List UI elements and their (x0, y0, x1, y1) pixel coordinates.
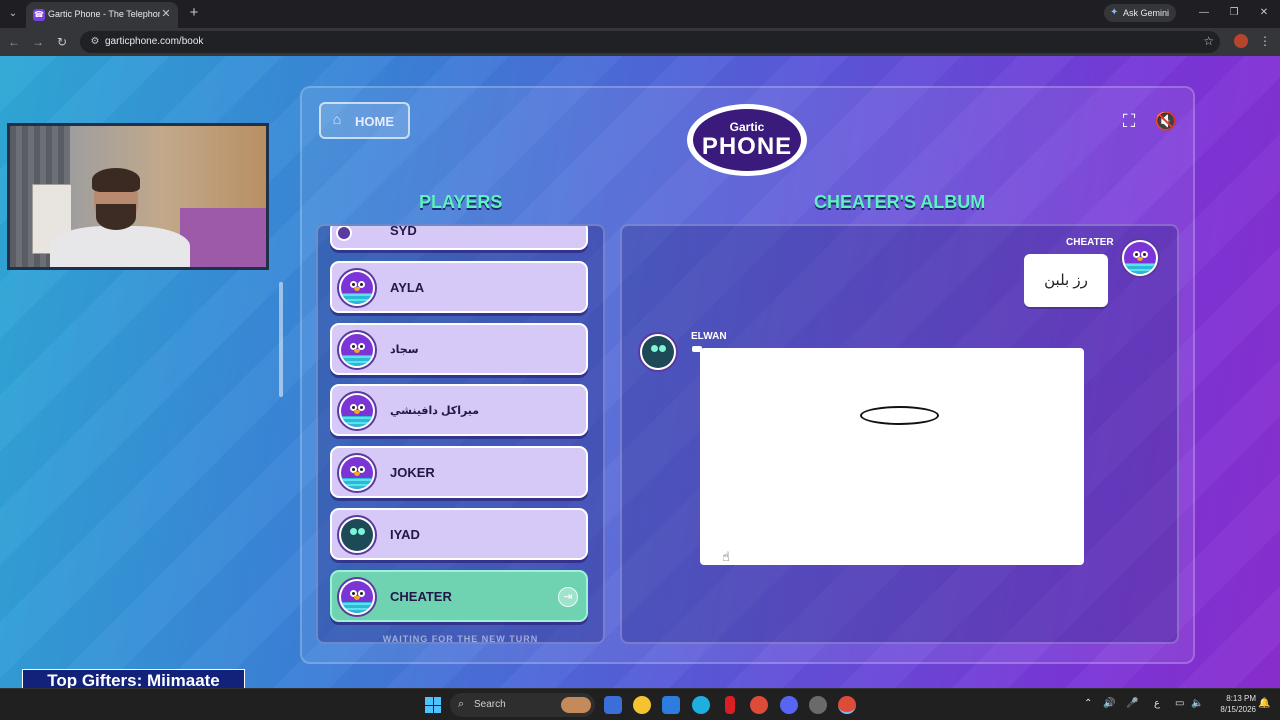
player-card[interactable]: ميراكل دافينشي (330, 384, 588, 436)
album-author-label: ELWAN (691, 331, 727, 342)
volume-icon[interactable]: 🔊 (1103, 698, 1115, 709)
language-indicator[interactable]: ع (1154, 698, 1160, 709)
player-card[interactable]: SYD (330, 224, 588, 250)
address-bar[interactable]: ⚙ garticphone.com/book ☆ (80, 31, 1220, 53)
players-scrollbar[interactable] (279, 282, 283, 397)
reload-icon[interactable]: ↻ (54, 34, 70, 50)
players-list[interactable]: SYD AYLA سجاد ميراكل دافينشي JOKER IYAD … (316, 224, 605, 644)
tray-chevron-icon[interactable]: ⌃ (1084, 698, 1092, 709)
taskbar-search-label: Search (474, 699, 506, 710)
gartic-page: ⌂ HOME Gartic PHONE ⛶ 🔇 PLAYERS CHEATER'… (0, 56, 1280, 688)
url-text: garticphone.com/book (105, 36, 204, 47)
bird-avatar-icon (341, 581, 373, 613)
bookmark-star-icon[interactable]: ☆ (1203, 34, 1214, 48)
album-title: CHEATER'S ALBUM (814, 192, 986, 212)
restore-icon[interactable]: ❐ (1224, 6, 1244, 20)
logo-text-top: Gartic (729, 120, 765, 134)
home-icon: ⌂ (332, 111, 342, 127)
leave-door-icon[interactable]: ⇥ (558, 587, 578, 607)
fullscreen-icon[interactable]: ⛶ (1118, 110, 1140, 132)
bird-avatar-icon (341, 457, 373, 489)
player-name: ميراكل دافينشي (390, 405, 480, 417)
home-button[interactable]: ⌂ HOME (319, 102, 410, 139)
bird-avatar-icon (341, 272, 373, 304)
minimize-icon[interactable]: — (1194, 6, 1214, 20)
store-icon[interactable] (662, 696, 680, 714)
browser-tab-bar: ⌄ ☎ Gartic Phone - The Telephone G ✕ + ✦… (0, 0, 1280, 28)
gartic-phone-logo: Gartic PHONE (687, 104, 807, 176)
player-card[interactable]: سجاد (330, 323, 588, 375)
forward-arrow-icon[interactable]: → (30, 34, 46, 50)
player-card[interactable]: JOKER (330, 446, 588, 498)
back-arrow-icon[interactable]: ← (6, 34, 22, 50)
site-info-icon[interactable]: ⚙ (88, 35, 102, 49)
drawn-ellipse (860, 406, 939, 425)
album-author-avatar (1120, 238, 1160, 278)
windows-taskbar: ⌕ Search ⌃ 🔊 🎤 ع ▭ 🔈 8:13 PM 8/15/2026 🔔 (0, 688, 1280, 720)
tab-search-chevron-icon[interactable]: ⌄ (4, 5, 22, 23)
close-window-icon[interactable]: ✕ (1254, 6, 1274, 20)
speaker-icon[interactable]: 🔈 (1191, 698, 1203, 709)
more-menu-icon[interactable]: ⋮ (1259, 34, 1271, 48)
clock-date: 8/15/2026 (1220, 705, 1256, 714)
ask-gemini-label: Ask Gemini (1123, 8, 1170, 18)
hand-cursor-icon: ☝ (722, 549, 730, 564)
bird-avatar-icon (1124, 242, 1156, 274)
home-label: HOME (355, 114, 394, 129)
ask-gemini-button[interactable]: ✦ Ask Gemini (1104, 4, 1176, 22)
player-card-current[interactable]: CHEATER ⇥ (330, 570, 588, 622)
logo-text-main: PHONE (701, 133, 793, 160)
host-avatar-icon (336, 226, 352, 241)
network-icon[interactable]: ▭ (1175, 698, 1184, 709)
album-author-label: CHEATER (1066, 237, 1114, 248)
tab-title: Gartic Phone - The Telephone G (48, 9, 160, 19)
discord-icon[interactable] (780, 696, 798, 714)
ghost-avatar-icon (341, 519, 373, 551)
notification-bell-icon[interactable]: 🔔 (1258, 698, 1270, 709)
mute-speaker-icon[interactable]: 🔇 (1151, 110, 1181, 132)
player-name: CHEATER (390, 589, 452, 604)
file-explorer-icon[interactable] (633, 696, 651, 714)
album-author-avatar (638, 332, 678, 372)
top-gifters-banner: Top Gifters: Miimaate (22, 669, 245, 688)
chrome-icon[interactable] (750, 696, 768, 714)
search-icon: ⌕ (458, 698, 465, 710)
task-view-icon[interactable] (604, 696, 622, 714)
taskbar-clock[interactable]: 8:13 PM 8/15/2026 (1208, 693, 1256, 715)
player-name: JOKER (390, 465, 435, 480)
player-card[interactable]: AYLA (330, 261, 588, 313)
bird-avatar-icon (341, 334, 373, 366)
profile-avatar[interactable] (1234, 34, 1248, 48)
close-tab-icon[interactable]: ✕ (159, 7, 173, 21)
player-name: IYAD (390, 527, 420, 542)
vampire-avatar-icon (642, 336, 674, 368)
windows-start-icon[interactable] (425, 697, 441, 713)
album-text-bubble: رز بلبن (1024, 254, 1108, 307)
player-name: SYD (390, 224, 417, 238)
album-phrase: رز بلبن (1044, 272, 1088, 289)
taskbar-search[interactable]: ⌕ Search (450, 693, 595, 717)
album-drawing (700, 348, 1084, 565)
browser-toolbar: ← → ↻ ⚙ garticphone.com/book ☆ (0, 28, 1280, 56)
gartic-favicon-icon: ☎ (33, 9, 45, 21)
player-name: سجاد (390, 344, 419, 356)
new-tab-plus-icon[interactable]: + (186, 5, 202, 21)
player-card[interactable]: IYAD (330, 508, 588, 560)
waiting-status: WAITING FOR THE NEW TURN (382, 634, 539, 644)
microphone-icon[interactable]: 🎤 (1126, 698, 1138, 709)
player-name: AYLA (390, 280, 425, 295)
players-title: PLAYERS (419, 192, 503, 212)
browser-tab[interactable]: ☎ Gartic Phone - The Telephone G ✕ (26, 2, 178, 28)
obs-icon[interactable] (809, 696, 827, 714)
search-highlight-image (561, 697, 591, 713)
netflix-icon[interactable] (725, 696, 735, 714)
chrome-active-icon[interactable] (838, 696, 856, 714)
clock-time: 8:13 PM (1226, 694, 1256, 703)
gemini-sparkle-icon: ✦ (1110, 7, 1119, 18)
bird-avatar-icon (341, 395, 373, 427)
edge-icon[interactable] (692, 696, 710, 714)
webcam-overlay (7, 123, 269, 270)
